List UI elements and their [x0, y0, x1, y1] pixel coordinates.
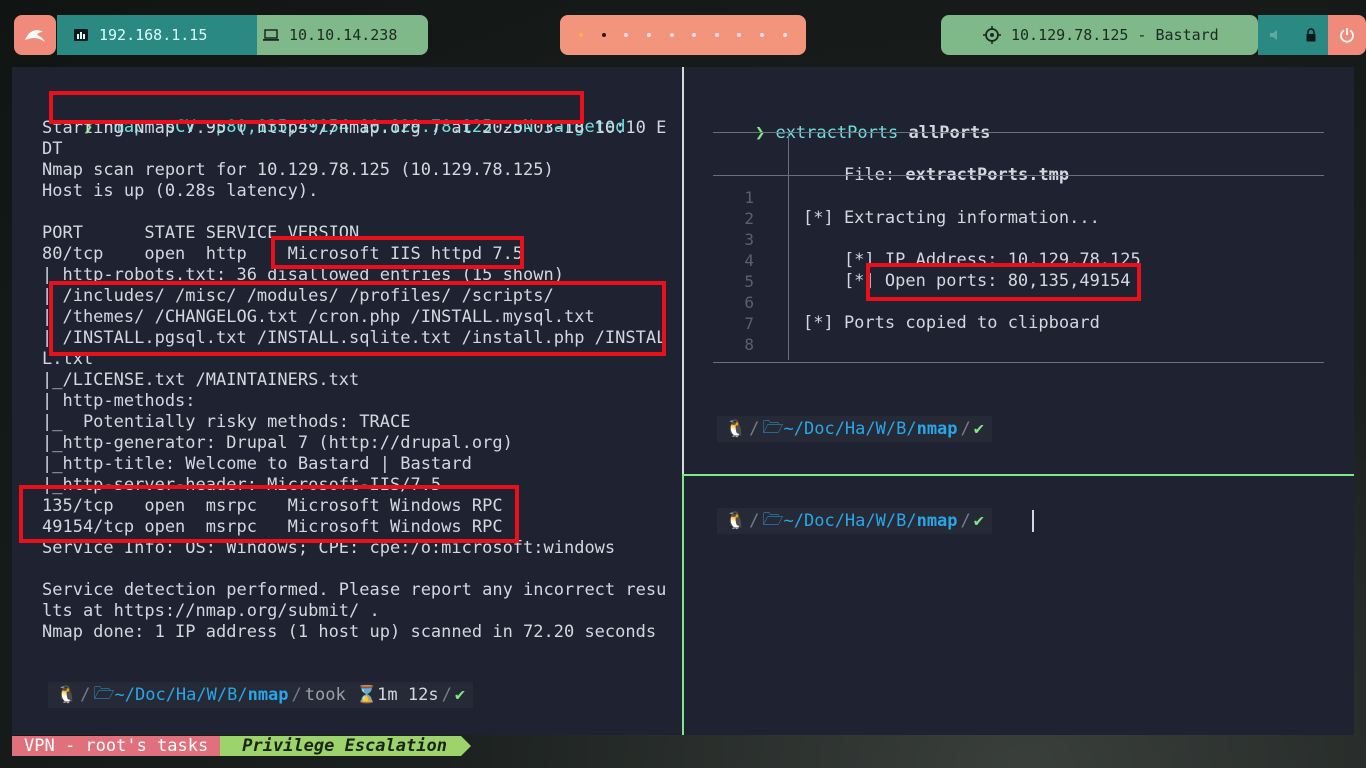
shell-prompt: 🐧 / 🗁 ~/Doc/Ha/W/B/nmap / ✔: [717, 508, 993, 534]
prompt-status-check: ✔: [973, 511, 985, 531]
output-line: | http-methods:: [42, 391, 196, 411]
system-tray: [1258, 15, 1328, 55]
laptop-icon: [263, 29, 279, 41]
linux-tux-icon: 🐧: [725, 511, 747, 531]
crosshair-icon: [983, 26, 1001, 44]
text-cursor[interactable]: [1032, 510, 1034, 532]
workspace-4[interactable]: [647, 33, 652, 37]
prompt-path: ~/Doc/Ha/W/B/: [114, 685, 248, 705]
prompt-duration: 1m 12s: [377, 685, 439, 705]
vpn-ip-label: 10.10.14.238: [289, 26, 398, 44]
line-number: 6: [744, 293, 754, 312]
folder-icon: 🗁: [762, 509, 784, 530]
highlight-box-robots-entries: [49, 281, 666, 356]
prompt-current-dir: nmap: [247, 685, 289, 705]
kali-dragon-icon: [25, 30, 45, 42]
command-line: ❯ extractPorts allPorts: [714, 102, 990, 143]
prompt-current-dir: nmap: [916, 419, 958, 439]
prompt-path: ~/Doc/Ha/W/B/: [783, 511, 917, 531]
prompt-os-segment: 🐧 / 🗁 ~/Doc/Ha/W/B/nmap / ✔: [717, 416, 993, 442]
workspace-3[interactable]: [624, 33, 629, 37]
command-argument: allPorts: [908, 123, 991, 143]
workspace-10[interactable]: [782, 33, 787, 37]
prompt-status-check: ✔: [973, 419, 985, 439]
line-number: 2: [744, 209, 754, 228]
folder-icon: 🗁: [93, 683, 115, 704]
power-button[interactable]: [1328, 15, 1366, 55]
highlight-box-open-ports: [866, 263, 1141, 301]
lock-icon[interactable]: [1305, 28, 1317, 42]
kali-menu-button[interactable]: [14, 15, 56, 55]
bat-border-top: [713, 132, 1324, 133]
folder-icon: 🗁: [762, 417, 784, 438]
prompt-status-check: ✔: [454, 685, 466, 705]
bat-border-header: [713, 175, 1324, 176]
file-line: [*] Extracting information...: [803, 208, 1100, 228]
output-line: |_http-title: Welcome to Bastard | Basta…: [42, 454, 472, 474]
workspace-2[interactable]: [601, 33, 606, 37]
highlight-box-command: [49, 91, 584, 124]
prompt-char: ❯: [754, 123, 766, 143]
bat-gutter-border: [788, 132, 789, 360]
pane-divider-horizontal[interactable]: [684, 474, 1354, 476]
output-line: Nmap scan report for 10.129.78.125 (10.1…: [42, 160, 554, 180]
output-line: DT: [42, 139, 63, 159]
output-line: |_ Potentially risky methods: TRACE: [42, 412, 411, 432]
top-bar: 192.168.1.15 10.10.14.238 10.129.78.125 …: [0, 0, 1366, 66]
local-ip-label: 192.168.1.15: [99, 26, 208, 44]
vpn-ip-widget[interactable]: 10.10.14.238: [257, 15, 428, 55]
session-name[interactable]: VPN - root's tasks: [12, 736, 221, 756]
linux-tux-icon: 🐧: [56, 685, 78, 705]
pane-divider-vertical-active: [682, 474, 684, 735]
highlight-box-iis-version: [271, 236, 524, 269]
output-line: Host is up (0.28s latency).: [42, 181, 319, 201]
workspace-5[interactable]: [669, 33, 674, 37]
target-label: 10.129.78.125 - Bastard: [1011, 26, 1219, 44]
volume-icon[interactable]: [1269, 29, 1283, 41]
highlight-box-msrpc-ports: [19, 485, 519, 543]
bat-border-bottom: [713, 362, 1324, 363]
power-icon: [1340, 28, 1354, 43]
workspace-6[interactable]: [692, 33, 697, 37]
line-number: 8: [744, 335, 754, 354]
output-line: |_http-generator: Drupal 7 (http://drupa…: [42, 433, 513, 453]
extractports-command: extractPorts: [775, 123, 899, 143]
bat-file-header: File: extractPorts.tmp: [803, 144, 1069, 185]
line-number: 5: [744, 272, 754, 291]
window-title[interactable]: Privilege Escalation: [220, 736, 471, 756]
prompt-os-segment: 🐧 / 🗁 ~/Doc/Ha/W/B/nmap / ✔: [717, 508, 993, 534]
hourglass-icon: ⌛: [355, 685, 378, 705]
prompt-path: ~/Doc/Ha/W/B/: [783, 419, 917, 439]
workspace-8[interactable]: [737, 33, 742, 37]
prompt-os-segment: 🐧 / 🗁 ~/Doc/Ha/W/B/nmap / took ⌛ 1m 12s …: [48, 682, 474, 708]
workspace-9[interactable]: [760, 33, 765, 37]
line-number: 7: [744, 314, 754, 333]
target-widget[interactable]: 10.129.78.125 - Bastard: [941, 15, 1258, 55]
output-line: |_/LICENSE.txt /MAINTAINERS.txt: [42, 370, 360, 390]
workspace-switcher[interactable]: [560, 15, 806, 55]
output-line: Nmap done: 1 IP address (1 host up) scan…: [42, 622, 657, 642]
shell-prompt: 🐧 / 🗁 ~/Doc/Ha/W/B/nmap / ✔: [717, 416, 993, 442]
output-line: lts at https://nmap.org/submit/ .: [42, 601, 380, 621]
output-line: Service detection performed. Please repo…: [42, 580, 667, 600]
workspace-7[interactable]: [714, 33, 719, 37]
network-icon: [74, 29, 88, 41]
workspace-1[interactable]: [579, 33, 584, 37]
linux-tux-icon: 🐧: [725, 419, 747, 439]
line-number: 3: [744, 230, 754, 249]
tmux-status-bar: VPN - root's tasks Privilege Escalation: [12, 736, 471, 756]
prompt-current-dir: nmap: [916, 511, 958, 531]
shell-prompt: 🐧 / 🗁 ~/Doc/Ha/W/B/nmap / took ⌛ 1m 12s …: [48, 682, 474, 708]
local-ip-widget[interactable]: 192.168.1.15: [57, 15, 257, 55]
line-number: 1: [744, 188, 754, 207]
line-number: 4: [744, 251, 754, 270]
file-line: [*] Ports copied to clipboard: [803, 313, 1100, 333]
prompt-took-label: took: [304, 685, 346, 705]
